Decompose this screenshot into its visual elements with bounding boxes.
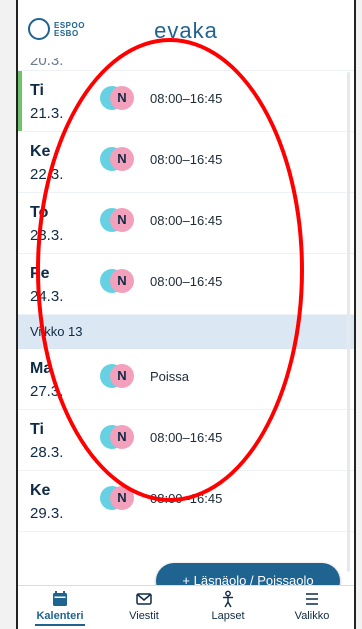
app-screen: ESPOO ESBO evaka 20.3. Ti 21.3. N 08:00–… bbox=[16, 0, 356, 629]
row-date: 22.3. bbox=[30, 166, 64, 183]
child-avatars: N bbox=[100, 425, 136, 451]
row-date: 23.3. bbox=[30, 227, 64, 244]
nav-label: Valikko bbox=[294, 610, 330, 622]
row-date: 29.3. bbox=[30, 505, 64, 522]
menu-icon bbox=[306, 593, 318, 605]
nav-item-calendar[interactable]: Kalenteri bbox=[18, 586, 102, 629]
row-time: 08:00–16:45 bbox=[150, 274, 223, 289]
row-day: Ma bbox=[30, 360, 53, 377]
avatar: N bbox=[110, 486, 134, 510]
avatar: N bbox=[110, 208, 134, 232]
child-avatars: N bbox=[100, 147, 136, 173]
nav-label: Viestit bbox=[129, 610, 159, 622]
row-day: Ke bbox=[30, 143, 51, 160]
calendar-row[interactable]: Ti 28.3. N 08:00–16:45 bbox=[18, 410, 354, 471]
calendar-list: 20.3. Ti 21.3. N 08:00–16:45 Ke 22.3. N … bbox=[18, 58, 354, 532]
row-day: Ke bbox=[30, 482, 51, 499]
row-date: 20.3. bbox=[30, 58, 64, 69]
nav-item-messages[interactable]: Viestit bbox=[102, 586, 186, 629]
child-avatars: N bbox=[100, 269, 136, 295]
row-time: 08:00–16:45 bbox=[150, 491, 223, 506]
nav-item-menu[interactable]: Valikko bbox=[270, 586, 354, 629]
envelope-icon bbox=[136, 593, 152, 605]
row-time: Poissa bbox=[150, 369, 190, 384]
row-day: Ti bbox=[30, 421, 44, 438]
row-day: Ti bbox=[30, 82, 44, 99]
calendar-icon bbox=[53, 591, 67, 606]
calendar-row[interactable]: 20.3. bbox=[18, 58, 354, 71]
nav-item-children[interactable]: Lapset bbox=[186, 586, 270, 629]
row-day: Pe bbox=[30, 265, 50, 282]
week-header: Viikko 13 bbox=[18, 315, 354, 349]
child-avatars: N bbox=[100, 364, 136, 390]
app-header: ESPOO ESBO evaka bbox=[18, 0, 354, 58]
child-avatars: N bbox=[100, 208, 136, 234]
row-time: 08:00–16:45 bbox=[150, 213, 223, 228]
calendar-row[interactable]: Ti 21.3. N 08:00–16:45 bbox=[18, 71, 354, 132]
calendar-row[interactable]: Pe 24.3. N 08:00–16:45 bbox=[18, 254, 354, 315]
row-time: 08:00–16:45 bbox=[150, 152, 223, 167]
row-date: 21.3. bbox=[30, 105, 64, 122]
row-date: 27.3. bbox=[30, 383, 64, 400]
avatar: N bbox=[110, 269, 134, 293]
calendar-row[interactable]: To 23.3. N 08:00–16:45 bbox=[18, 193, 354, 254]
child-avatars: N bbox=[100, 86, 136, 112]
row-time: 08:00–16:45 bbox=[150, 91, 223, 106]
avatar: N bbox=[110, 147, 134, 171]
nav-label: Lapset bbox=[211, 610, 245, 622]
bottom-navigation: Kalenteri Viestit Lapset Valikko bbox=[18, 585, 354, 629]
child-icon bbox=[223, 590, 233, 608]
calendar-row[interactable]: Ke 22.3. N 08:00–16:45 bbox=[18, 132, 354, 193]
brand-title: evaka bbox=[154, 18, 218, 43]
calendar-row[interactable]: Ma 27.3. N Poissa bbox=[18, 349, 354, 410]
row-date: 28.3. bbox=[30, 444, 64, 461]
child-avatars: N bbox=[100, 486, 136, 512]
scrollbar[interactable] bbox=[347, 72, 350, 572]
avatar: N bbox=[110, 364, 134, 388]
avatar: N bbox=[110, 86, 134, 110]
nav-label: Kalenteri bbox=[36, 610, 84, 622]
row-date: 24.3. bbox=[30, 288, 64, 305]
avatar: N bbox=[110, 425, 134, 449]
row-day: To bbox=[30, 204, 49, 221]
row-time: 08:00–16:45 bbox=[150, 430, 223, 445]
calendar-row[interactable]: Ke 29.3. N 08:00–16:45 bbox=[18, 471, 354, 532]
